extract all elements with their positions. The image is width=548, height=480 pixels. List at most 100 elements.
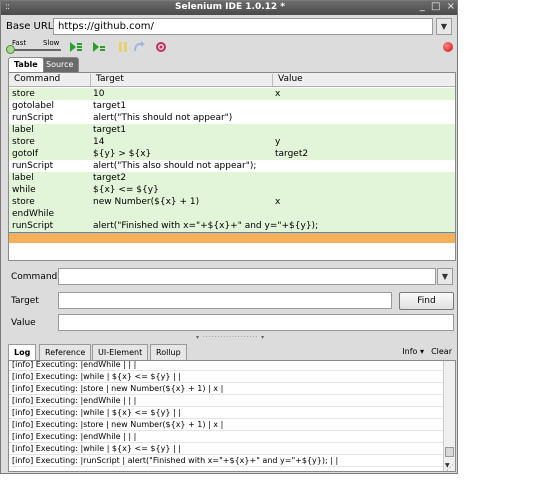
log-line: [info] Executing: |endWhile | | | [9, 361, 443, 371]
table-row[interactable]: runScript alert("Finished with x="+${x}+… [9, 220, 455, 232]
command-input[interactable] [58, 268, 436, 285]
row-target: ${x} <= ${y} [93, 185, 159, 195]
table-row[interactable]: runScript alert("This also should not ap… [9, 160, 455, 172]
value-input[interactable] [58, 314, 454, 331]
pane-splitter[interactable]: ▾ ··················· ▾ [1, 334, 457, 341]
log-scrollbar[interactable]: ▼ [443, 361, 455, 471]
title-bar[interactable]: :: Selenium IDE 1.0.12 * _ □ × [1, 1, 457, 15]
base-url-row: Base URL https://github.com/ ▼ [1, 16, 457, 38]
tab-table[interactable]: Table [8, 57, 44, 72]
command-dropdown-button[interactable]: ▼ [437, 268, 453, 285]
row-value: y [275, 137, 281, 147]
row-command: runScript [12, 221, 54, 231]
window-title: Selenium IDE 1.0.12 * [174, 2, 285, 12]
row-command: label [12, 173, 34, 183]
row-command: label [12, 125, 34, 135]
tab-source[interactable]: Source [40, 57, 80, 72]
step-icon[interactable] [132, 41, 146, 53]
base-url-label: Base URL [6, 21, 54, 32]
scrollbar-thumb[interactable] [445, 447, 454, 457]
info-level-dropdown[interactable]: Info ▾ [402, 347, 424, 356]
log-panel: [info] Executing: |endWhile | | | [info]… [8, 360, 456, 472]
row-value: x [275, 89, 281, 99]
clear-log-button[interactable]: Clear [431, 347, 452, 356]
command-label: Command [11, 272, 58, 282]
speed-slider-track[interactable] [11, 49, 61, 51]
row-command: while [12, 185, 36, 195]
speed-slow-label: Slow [43, 39, 60, 47]
table-row[interactable]: label target2 [9, 172, 455, 184]
log-line: [info] Executing: |store | new Number(${… [9, 383, 443, 395]
row-target: alert("Finished with x="+${x}+" and y="+… [93, 221, 319, 231]
row-command: endWhile [12, 209, 55, 219]
log-line: [info] Executing: |endWhile | | | [9, 395, 443, 407]
column-header-target[interactable]: Target [90, 74, 124, 86]
tab-ui-element[interactable]: UI-Element [92, 344, 149, 360]
row-target: 14 [93, 137, 105, 147]
table-row-selected[interactable] [9, 232, 455, 243]
table-row[interactable]: store 14 y [9, 136, 455, 148]
row-value: target2 [275, 149, 309, 159]
record-icon[interactable] [443, 42, 453, 52]
command-table: Command Target Value store 10 x gotolabe… [8, 72, 456, 261]
target-input[interactable] [58, 292, 392, 309]
row-target: target1 [93, 125, 127, 135]
row-target: alert("This also should not appear"); [93, 161, 257, 171]
row-target: ${y} > ${x} [93, 149, 152, 159]
row-command: gotolabel [12, 101, 55, 111]
window-controls: _ □ × [417, 1, 455, 12]
column-header-command[interactable]: Command [9, 74, 60, 86]
table-row[interactable]: label target1 [9, 124, 455, 136]
table-row[interactable]: while ${x} <= ${y} [9, 184, 455, 196]
play-test-icon[interactable] [92, 41, 106, 53]
table-header: Command Target Value [9, 73, 455, 87]
table-row[interactable]: gotolabel target1 [9, 100, 455, 112]
log-line: [info] Executing: |store | new Number(${… [9, 419, 443, 431]
table-row[interactable]: gotoIf ${y} > ${x} target2 [9, 148, 455, 160]
command-editor: Command ▼ Target Find Value [1, 263, 457, 333]
row-target: alert("This should not appear") [93, 113, 233, 123]
play-suite-icon[interactable] [69, 41, 83, 53]
row-command: runScript [12, 161, 54, 171]
tab-rollup[interactable]: Rollup [150, 344, 187, 360]
pause-icon[interactable] [116, 41, 130, 53]
table-row[interactable]: runScript alert("This should not appear"… [9, 112, 455, 124]
table-row[interactable]: store new Number(${x} + 1) x [9, 196, 455, 208]
table-row[interactable]: store 10 x [9, 88, 455, 100]
row-target: target2 [93, 173, 127, 183]
base-url-dropdown-button[interactable]: ▼ [436, 18, 452, 35]
speed-slider-knob[interactable] [6, 45, 15, 54]
toolbar: Fast Slow [1, 38, 457, 56]
log-line: [info] Executing: |runScript | alert("Fi… [9, 455, 443, 467]
rollup-icon[interactable] [154, 41, 168, 53]
speed-fast-label: Fast [12, 39, 27, 47]
row-command: runScript [12, 113, 54, 123]
log-tabs: Log Reference UI-Element Rollup Info ▾ C… [8, 344, 456, 360]
row-command: store [12, 197, 35, 207]
minimize-button[interactable]: _ [420, 1, 425, 12]
row-target: new Number(${x} + 1) [93, 197, 200, 207]
base-url-input[interactable]: https://github.com/ [53, 18, 433, 35]
row-value: x [275, 197, 281, 207]
log-line: [info] Executing: |while | ${x} <= ${y} … [9, 371, 443, 383]
log-line: [info] Executing: |while | ${x} <= ${y} … [9, 407, 443, 419]
selenium-ide-window: :: Selenium IDE 1.0.12 * _ □ × Base URL … [0, 0, 458, 474]
tab-log[interactable]: Log [8, 344, 37, 360]
log-line: [info] Executing: |while | ${x} <= ${y} … [9, 443, 443, 455]
editor-tabs: Table Source [1, 57, 457, 72]
close-button[interactable]: × [447, 1, 455, 12]
resize-grip-icon[interactable]: ⋰ [446, 463, 454, 472]
tab-reference[interactable]: Reference [39, 344, 92, 360]
splitter-grip-icon: ▾ ··················· ▾ [196, 334, 266, 341]
row-target: target1 [93, 101, 127, 111]
target-label: Target [11, 296, 39, 306]
row-command: gotoIf [12, 149, 39, 159]
row-target: 10 [93, 89, 105, 99]
column-header-value[interactable]: Value [272, 74, 303, 86]
table-row[interactable]: endWhile [9, 208, 455, 220]
chevron-down-icon: ▼ [441, 272, 449, 281]
find-button[interactable]: Find [399, 292, 454, 310]
row-command: store [12, 137, 35, 147]
value-label: Value [11, 318, 36, 328]
maximize-button[interactable]: □ [431, 1, 440, 12]
